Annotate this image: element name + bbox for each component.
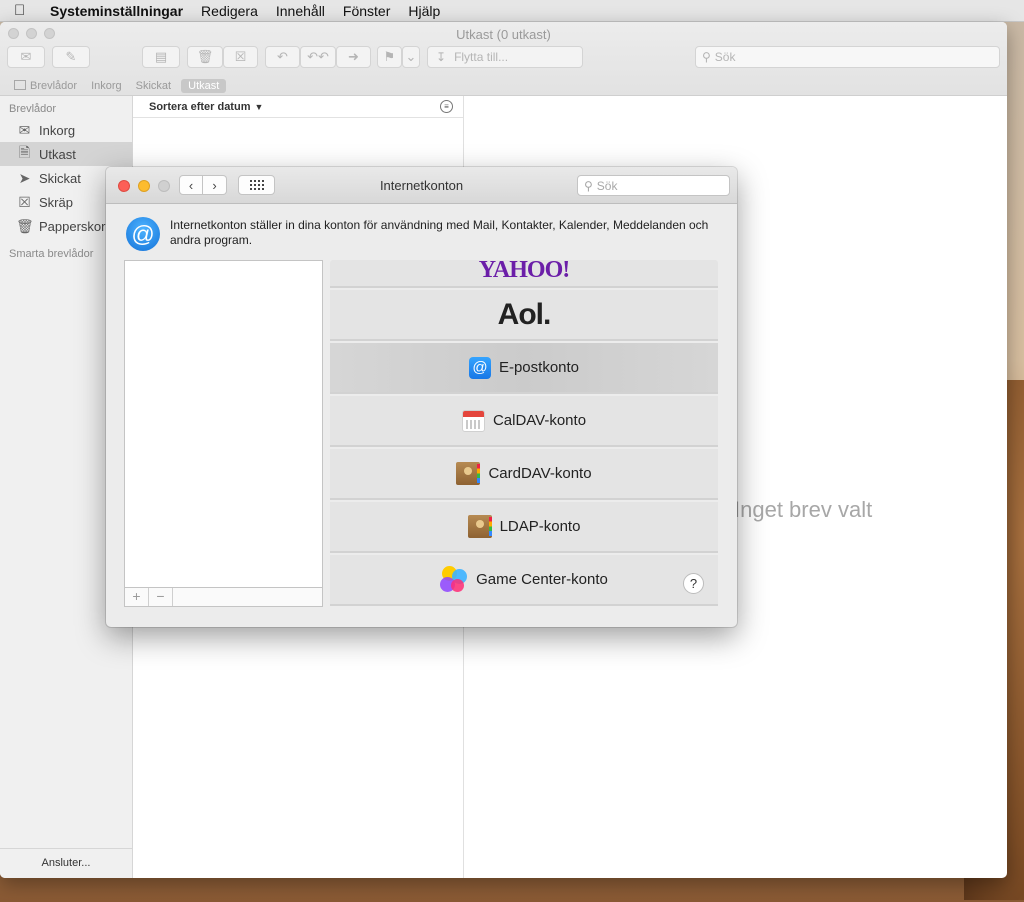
no-message-selected: Inget brev valt (734, 497, 873, 522)
sidebar-item-inbox[interactable]: ✉ Inkorg (0, 118, 132, 142)
provider-ldap[interactable]: LDAP-konto (330, 502, 718, 553)
favorite-sent[interactable]: Skickat (136, 80, 171, 92)
provider-ldap-label: LDAP-konto (499, 518, 581, 535)
menu-content[interactable]: Innehåll (276, 3, 325, 19)
at-sign-icon: @ (468, 356, 491, 379)
flag-menu-button[interactable]: ⌄ (402, 46, 420, 68)
sort-label: Sortera efter datum (149, 100, 251, 113)
reply-button[interactable]: ↶ (265, 46, 300, 68)
provider-game-center-label: Game Center-konto (476, 571, 608, 588)
apple-menu-icon[interactable]:  (14, 2, 36, 19)
connection-status: Ansluter... (0, 848, 132, 878)
search-icon: ⚲ (584, 178, 593, 193)
sidebar-item-drafts[interactable]: 🗎 Utkast (0, 142, 132, 166)
remove-account-button[interactable]: − (149, 588, 173, 606)
provider-carddav-label: CardDAV-konto (488, 465, 592, 482)
archive-icon: ▤ (154, 49, 168, 64)
sidebar-item-label: Skräp (39, 194, 73, 210)
compose-button[interactable]: ✎ (52, 46, 90, 68)
reply-all-icon: ↶↶ (307, 49, 329, 64)
menu-app-name[interactable]: Systeminställningar (50, 3, 183, 19)
chevron-down-icon: ▼ (254, 101, 264, 112)
mail-search-field[interactable]: ⚲ Sök (695, 46, 1000, 68)
move-to-button[interactable]: ↧ Flytta till... (427, 46, 583, 68)
menu-window[interactable]: Fönster (343, 3, 390, 19)
mail-window-title: Utkast (0 utkast) (456, 27, 551, 42)
mail-search-placeholder: Sök (714, 50, 736, 64)
menu-bar:  Systeminställningar Redigera Innehåll … (0, 0, 1024, 22)
yahoo-logo: YAHOO! (478, 260, 570, 283)
reply-all-button[interactable]: ↶↶ (300, 46, 336, 68)
provider-email-label: E-postkonto (498, 359, 580, 376)
add-account-button[interactable]: + (125, 588, 149, 606)
archive-button[interactable]: ▤ (142, 46, 180, 68)
trash-icon: 🗑 (196, 49, 214, 64)
delete-button[interactable]: 🗑 (187, 46, 223, 68)
provider-caldav-label: CalDAV-konto (492, 412, 587, 429)
help-button[interactable]: ? (683, 573, 704, 594)
account-list-toolbar: + − (125, 587, 322, 606)
game-center-icon (440, 565, 468, 594)
forward-icon: ➜ (348, 49, 359, 64)
provider-yahoo[interactable]: YAHOO! (330, 260, 718, 288)
filter-icon[interactable]: ≡ (440, 100, 453, 113)
provider-game-center[interactable]: Game Center-konto (330, 555, 718, 606)
provider-aol[interactable]: Aol. (330, 290, 718, 341)
flag-icon: ⚑ (383, 49, 396, 64)
prefs-titlebar: ‹ › Internetkonton ⚲ Sök (106, 167, 737, 204)
get-mail-button[interactable]: ✉ (7, 46, 45, 68)
reply-icon: ↶ (277, 49, 288, 64)
junk-icon: ☒ (234, 49, 247, 64)
forward-button[interactable]: ➜ (336, 46, 371, 68)
contacts-icon (467, 515, 492, 538)
favorite-mailboxes[interactable]: Brevlådor (14, 80, 77, 92)
compose-icon: ✎ (65, 49, 77, 64)
prefs-search-field[interactable]: ⚲ Sök (577, 175, 730, 196)
sidebar-item-label: Inkorg (39, 122, 76, 138)
sort-bar[interactable]: Sortera efter datum ▼ ≡ (133, 96, 463, 118)
menu-help[interactable]: Hjälp (408, 3, 440, 19)
sidebar-item-label: Papperskorg (39, 218, 113, 234)
favorite-mailboxes-label: Brevlådor (30, 80, 78, 92)
menu-edit[interactable]: Redigera (201, 3, 258, 19)
prefs-header: @ Internetkonton ställer in dina konton … (126, 217, 726, 251)
contacts-icon (456, 462, 481, 485)
favorite-drafts[interactable]: Utkast (181, 79, 227, 93)
mail-toolbar: Utkast (0 utkast) ✉ ✎ ▤ 🗑 ☒ ↶ ↶↶ ➜ ⚑ ⌄ ↧… (0, 22, 1007, 96)
prefs-description: Internetkonton ställer in dina konton fö… (170, 218, 709, 247)
envelope-icon: ✉ (20, 49, 32, 64)
move-to-label: Flytta till... (454, 50, 509, 64)
favorites-bar: Brevlådor Inkorg Skickat Utkast (0, 76, 1007, 96)
sidebar-item-label: Utkast (39, 146, 76, 162)
provider-email[interactable]: @ E-postkonto (330, 343, 718, 394)
internet-accounts-icon: @ (126, 217, 160, 251)
trash-icon: 🗑 (16, 217, 34, 234)
aol-logo: Aol. (497, 297, 552, 331)
provider-caldav[interactable]: CalDAV-konto (330, 396, 718, 447)
search-icon: ⚲ (702, 50, 711, 64)
internet-accounts-window: ‹ › Internetkonton ⚲ Sök @ Internetkonto… (106, 167, 737, 627)
inbox-icon: ✉ (18, 121, 31, 138)
account-list[interactable]: + − (124, 260, 323, 607)
flag-button[interactable]: ⚑ (377, 46, 402, 68)
sidebar-item-label: Skickat (39, 170, 81, 186)
provider-carddav[interactable]: CardDAV-konto (330, 449, 718, 500)
junk-icon: ☒ (18, 193, 31, 210)
calendar-icon (461, 409, 485, 432)
sent-icon: ➤ (18, 169, 31, 186)
provider-list: YAHOO! Aol. @ E-postkonto CalDAV-konto C… (330, 260, 718, 606)
favorite-inbox[interactable]: Inkorg (91, 80, 122, 92)
junk-button[interactable]: ☒ (223, 46, 258, 68)
prefs-search-placeholder: Sök (596, 178, 618, 193)
move-icon: ↧ (436, 50, 447, 64)
sidebar-heading: Brevlådor (9, 103, 57, 115)
drafts-icon: 🗎 (18, 144, 31, 160)
chevron-down-icon: ⌄ (405, 49, 417, 64)
sidebar-toggle-icon (14, 80, 26, 90)
